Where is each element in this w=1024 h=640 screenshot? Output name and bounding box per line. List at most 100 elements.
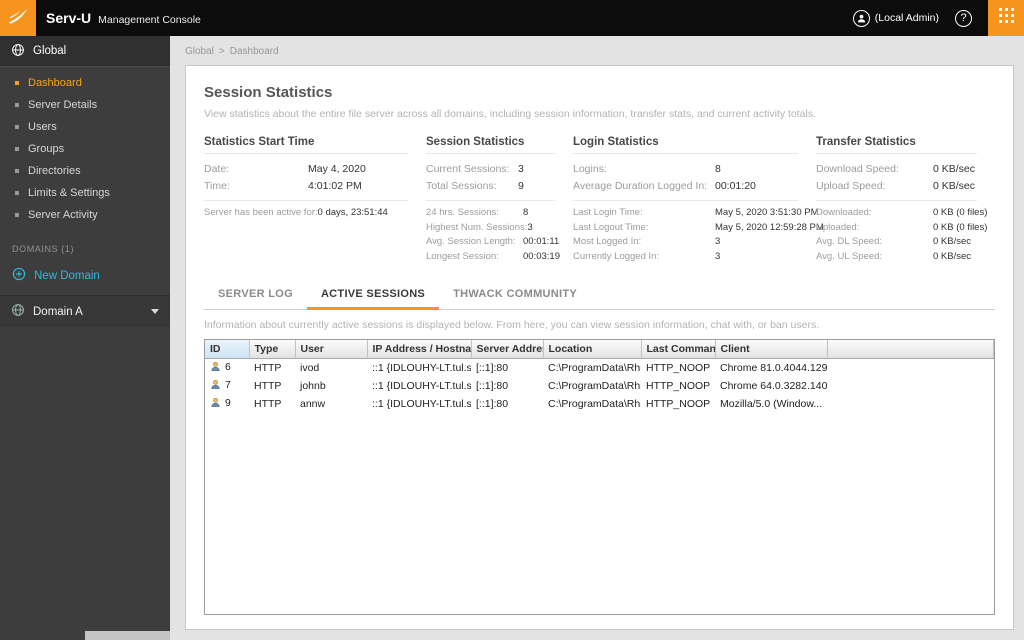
chevron-down-icon[interactable]	[151, 309, 159, 314]
active-sessions-description: Information about currently active sessi…	[204, 319, 820, 331]
tab-thwack-community[interactable]: THWACK COMMUNITY	[439, 280, 591, 310]
stats-heading: Session Statistics	[426, 136, 555, 154]
page-title: Session Statistics	[204, 84, 333, 101]
active-sessions-table: ID Type User IP Address / Hostname Serve…	[204, 339, 995, 615]
stat-row: Highest Num. Sessions: 3	[426, 221, 533, 233]
stats-heading: Login Statistics	[573, 136, 798, 154]
stat-row: Avg. Session Length: 00:01:11	[426, 236, 560, 247]
stat-row: Logins: 8	[573, 163, 721, 175]
app-title: Serv-U Management Console	[46, 10, 201, 26]
stat-row: Currently Logged In: 3	[573, 250, 721, 262]
bullet-icon	[15, 81, 19, 85]
tab-active-sessions[interactable]: ACTIVE SESSIONS	[306, 280, 440, 310]
new-domain-button[interactable]: New Domain	[0, 262, 170, 290]
domains-section-label: DOMAINS (1)	[12, 244, 75, 254]
nav-label: Directories	[28, 165, 81, 177]
breadcrumb-current: Dashboard	[229, 46, 279, 57]
divider	[573, 200, 798, 201]
stats-heading: Statistics Start Time	[204, 136, 408, 154]
sidebar-item-server-activity[interactable]: Server Activity	[0, 204, 170, 226]
column-header-server-address[interactable]: Server Address	[471, 340, 544, 359]
help-button[interactable]: ?	[955, 9, 972, 27]
stat-row: Last Logout Time: May 5, 2020 12:59:28 P…	[573, 221, 824, 233]
global-label: Global	[33, 45, 67, 57]
sidebar-item-dashboard[interactable]: Dashboard	[0, 72, 170, 94]
stat-row: Longest Session: 00:03:19	[426, 250, 560, 262]
stats-col-start-time: Statistics Start Time Date: May 4, 2020 …	[204, 136, 426, 264]
stat-row: Last Login Time: May 5, 2020 3:51:30 PM	[573, 207, 819, 218]
sidebar: Global Dashboard Server Details Users Gr…	[0, 36, 170, 640]
stat-row: Total Sessions: 9	[426, 180, 524, 192]
domain-label: Domain A	[33, 305, 83, 318]
sidebar-nav: Dashboard Server Details Users Groups Di…	[0, 67, 170, 226]
column-header-id[interactable]: ID	[205, 340, 250, 359]
bullet-icon	[15, 125, 19, 129]
column-header-ip-hostname[interactable]: IP Address / Hostname	[367, 340, 472, 359]
session-row[interactable]: 9 HTTP annw ::1 {IDLOUHY-LT.tul.solar...…	[205, 395, 994, 413]
stat-row: Date: May 4, 2020	[204, 163, 366, 175]
stat-row: Downloaded: 0 KB (0 files)	[816, 207, 988, 218]
sidebar-item-global[interactable]: Global	[0, 36, 170, 67]
page-subtitle: View statistics about the entire file se…	[204, 108, 816, 120]
sidebar-scrollbar-thumb[interactable]	[85, 631, 170, 640]
sidebar-item-limits-settings[interactable]: Limits & Settings	[0, 182, 170, 204]
divider	[204, 200, 408, 201]
user-label: (Local Admin)	[874, 12, 939, 24]
session-row[interactable]: 6 HTTP ivod ::1 {IDLOUHY-LT.tul.solar...…	[205, 359, 994, 378]
stat-row: Download Speed: 0 KB/sec	[816, 163, 976, 175]
solarwinds-logo-icon	[7, 5, 29, 32]
nav-label: Limits & Settings	[28, 187, 110, 199]
sidebar-item-directories[interactable]: Directories	[0, 160, 170, 182]
sidebar-item-users[interactable]: Users	[0, 116, 170, 138]
session-row[interactable]: 7 HTTP johnb ::1 {IDLOUHY-LT.tul.solar..…	[205, 377, 994, 395]
breadcrumb-global[interactable]: Global	[185, 46, 214, 57]
topbar: Serv-U Management Console (Local Admin) …	[0, 0, 1024, 36]
breadcrumb-separator: >	[218, 46, 225, 57]
stat-row: Avg. DL Speed: 0 KB/sec	[816, 236, 972, 247]
brand-subtitle: Management Console	[98, 14, 201, 26]
column-header-client[interactable]: Client	[715, 340, 828, 359]
user-icon	[852, 9, 870, 27]
stat-row: Average Duration Logged In: 00:01:20	[573, 180, 756, 192]
stat-row: Time: 4:01:02 PM	[204, 180, 362, 192]
column-header-location[interactable]: Location	[543, 340, 642, 359]
session-user-icon	[210, 361, 221, 375]
table-header-row: ID Type User IP Address / Hostname Serve…	[205, 340, 994, 359]
divider	[426, 200, 555, 201]
plus-circle-icon	[12, 267, 26, 284]
bullet-icon	[15, 213, 19, 217]
nav-label: Server Activity	[28, 209, 98, 221]
main-content: Global > Dashboard Session Statistics Vi…	[170, 36, 1024, 640]
bullet-icon	[15, 147, 19, 151]
stats-col-login: Login Statistics Logins: 8 Average Durat…	[573, 136, 824, 264]
session-statistics-panel: Session Statistics View statistics about…	[185, 65, 1014, 630]
stat-row: 24 hrs. Sessions: 8	[426, 207, 529, 218]
column-header-last-command[interactable]: Last Command	[641, 340, 716, 359]
nav-label: Users	[28, 121, 57, 133]
stats-grid: Statistics Start Time Date: May 4, 2020 …	[204, 136, 995, 264]
column-header-type[interactable]: Type	[249, 340, 296, 359]
domain-globe-icon	[11, 303, 25, 320]
sidebar-item-groups[interactable]: Groups	[0, 138, 170, 160]
local-admin-menu[interactable]: (Local Admin)	[852, 9, 939, 27]
apps-grid-button[interactable]	[988, 0, 1024, 36]
tab-server-log[interactable]: SERVER LOG	[204, 280, 307, 310]
stat-row: Server has been active for: 0 days, 23:5…	[204, 207, 388, 218]
nav-label: Dashboard	[28, 77, 82, 89]
session-user-icon	[210, 379, 221, 393]
help-icon: ?	[960, 12, 967, 24]
sidebar-item-server-details[interactable]: Server Details	[0, 94, 170, 116]
stat-row: Avg. UL Speed: 0 KB/sec	[816, 250, 972, 262]
bullet-icon	[15, 103, 19, 107]
divider	[816, 200, 977, 201]
stat-row: Upload Speed: 0 KB/sec	[816, 180, 976, 192]
stats-col-transfer: Transfer Statistics Download Speed: 0 KB…	[816, 136, 995, 264]
session-user-icon	[210, 397, 221, 411]
new-domain-label: New Domain	[34, 269, 100, 282]
solarwinds-logo[interactable]	[0, 0, 36, 36]
sidebar-item-domain-a[interactable]: Domain A	[0, 295, 170, 327]
nav-label: Groups	[28, 143, 65, 155]
column-header-user[interactable]: User	[295, 340, 368, 359]
apps-grid-icon	[998, 8, 1014, 28]
stat-row: Uploaded: 0 KB (0 files)	[816, 221, 988, 233]
